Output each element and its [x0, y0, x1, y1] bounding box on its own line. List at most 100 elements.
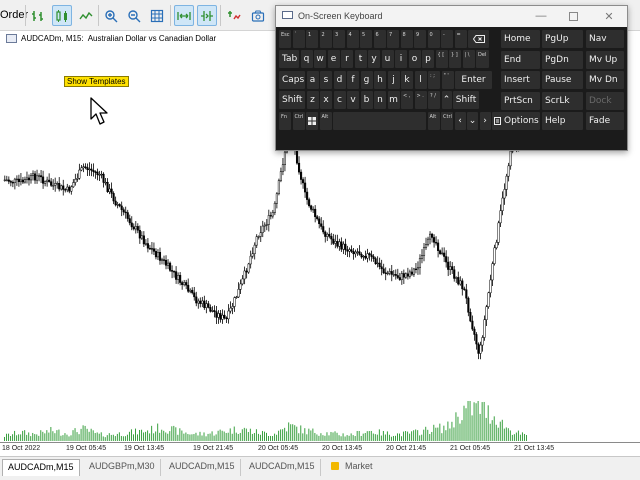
tab-audcadm-m15[interactable]: AUDCADm,M15: [164, 459, 241, 476]
zoom-in-button[interactable]: [101, 5, 121, 26]
osk-key[interactable]: x: [320, 91, 332, 109]
osk-key[interactable]: | \: [462, 50, 475, 68]
osk-title-bar[interactable]: On-Screen Keyboard — ✕: [276, 6, 627, 27]
osk-nav-key[interactable]: Options: [501, 112, 540, 130]
osk-nav-key[interactable]: Pause: [542, 71, 583, 89]
backspace-key[interactable]: [468, 30, 489, 48]
osk-key[interactable]: 2: [319, 30, 332, 48]
osk-key[interactable]: `: [292, 30, 305, 48]
osk-key[interactable]: v: [347, 91, 359, 109]
osk-key[interactable]: g: [360, 71, 373, 89]
osk-key[interactable]: d: [333, 71, 346, 89]
left-arrow-key[interactable]: ‹: [454, 112, 466, 130]
osk-nav-key[interactable]: Nav: [586, 30, 624, 48]
osk-key[interactable]: 4: [346, 30, 359, 48]
osk-nav-key[interactable]: PrtScn: [501, 91, 540, 110]
osk-key[interactable]: p: [422, 50, 434, 68]
osk-key[interactable]: n: [374, 91, 386, 109]
new-order-button[interactable]: Order: [0, 9, 28, 21]
fn-key[interactable]: Fn: [279, 112, 291, 130]
osk-key[interactable]: q: [300, 50, 313, 68]
osk-nav-key[interactable]: Dock: [586, 91, 624, 110]
osk-nav-key[interactable]: Insert: [501, 71, 540, 89]
osk-key[interactable]: k: [401, 71, 413, 89]
osk-key[interactable]: 3: [333, 30, 345, 48]
osk-key[interactable]: 9: [414, 30, 426, 48]
osk-key[interactable]: =: [454, 30, 467, 48]
tab-market[interactable]: Market: [326, 459, 378, 476]
maximize-button[interactable]: [566, 9, 580, 23]
osk-key[interactable]: u: [381, 50, 394, 68]
candlesticks-button[interactable]: [52, 5, 72, 26]
osk-key[interactable]: b: [360, 91, 373, 109]
osk-key[interactable]: Shift: [279, 91, 305, 109]
osk-key[interactable]: 6: [373, 30, 386, 48]
close-button[interactable]: ✕: [602, 9, 616, 23]
screenshot-button[interactable]: [248, 5, 268, 26]
osk-key[interactable]: j: [387, 71, 400, 89]
alt-key[interactable]: Alt: [427, 112, 440, 130]
osk-key[interactable]: : ;: [428, 71, 440, 89]
osk-nav-key[interactable]: ScrLk: [542, 91, 583, 110]
right-arrow-key[interactable]: ›: [479, 112, 491, 130]
osk-key[interactable]: > .: [414, 91, 427, 109]
osk-key[interactable]: 0: [427, 30, 440, 48]
tab-audcadm-m15[interactable]: AUDCADm,M15: [244, 459, 321, 476]
down-arrow-key[interactable]: ⌄: [467, 112, 478, 130]
osk-key[interactable]: a: [306, 71, 319, 89]
osk-key[interactable]: l: [414, 71, 427, 89]
tab-audcadm-m15[interactable]: AUDCADm,M15: [2, 459, 80, 476]
osk-key[interactable]: Caps: [279, 71, 305, 89]
osk-nav-key[interactable]: End: [501, 50, 540, 69]
osk-key[interactable]: < ,: [401, 91, 413, 109]
osk-key[interactable]: r: [341, 50, 353, 68]
space-key[interactable]: [333, 112, 426, 130]
indicators-button[interactable]: [224, 5, 244, 26]
osk-key[interactable]: h: [374, 71, 386, 89]
auto-scroll-button[interactable]: [174, 5, 194, 26]
zoom-out-button[interactable]: [124, 5, 144, 26]
grid-button[interactable]: [147, 5, 167, 26]
bar-chart-button[interactable]: [28, 5, 48, 26]
osk-key[interactable]: " ': [441, 71, 454, 89]
osk-key[interactable]: w: [314, 50, 326, 68]
osk-key[interactable]: { [: [435, 50, 448, 68]
osk-key[interactable]: i: [395, 50, 407, 68]
up-arrow-key[interactable]: ⌃: [441, 91, 452, 109]
osk-key[interactable]: f: [347, 71, 359, 89]
osk-key[interactable]: Esc: [279, 30, 291, 48]
osk-key[interactable]: 7: [387, 30, 399, 48]
osk-nav-key[interactable]: PgDn: [542, 50, 583, 69]
osk-nav-key[interactable]: PgUp: [542, 30, 583, 48]
osk-key[interactable]: c: [333, 91, 346, 109]
osk-key[interactable]: Shift: [453, 91, 479, 109]
osk-key[interactable]: Del: [476, 50, 489, 68]
tab-audgbpm-m30[interactable]: AUDGBPm,M30: [84, 459, 161, 476]
windows-key[interactable]: [306, 112, 318, 130]
osk-key[interactable]: t: [354, 50, 367, 68]
ctrl-key[interactable]: Ctrl: [292, 112, 305, 130]
osk-key[interactable]: m: [387, 91, 400, 109]
osk-nav-key[interactable]: Mv Up: [586, 50, 624, 69]
osk-nav-key[interactable]: Mv Dn: [586, 71, 624, 89]
chart-shift-button[interactable]: [197, 5, 217, 26]
osk-key[interactable]: Tab: [279, 50, 299, 68]
osk-nav-key[interactable]: Home: [501, 30, 540, 48]
osk-key[interactable]: o: [408, 50, 421, 68]
minimize-button[interactable]: —: [534, 9, 548, 23]
osk-key[interactable]: -: [441, 30, 453, 48]
osk-key[interactable]: } ]: [449, 50, 461, 68]
osk-key[interactable]: Enter: [455, 71, 492, 89]
osk-key[interactable]: 5: [360, 30, 372, 48]
osk-key[interactable]: ? /: [428, 91, 440, 109]
osk-key[interactable]: y: [368, 50, 380, 68]
osk-key[interactable]: z: [306, 91, 319, 109]
line-chart-button[interactable]: [76, 5, 96, 26]
ctrl-key[interactable]: Ctrl: [441, 112, 453, 130]
osk-key[interactable]: e: [327, 50, 340, 68]
osk-key[interactable]: s: [320, 71, 332, 89]
osk-key[interactable]: 8: [400, 30, 413, 48]
osk-nav-key[interactable]: Help: [542, 112, 583, 130]
alt-key[interactable]: Alt: [319, 112, 332, 130]
osk-key[interactable]: 1: [306, 30, 318, 48]
